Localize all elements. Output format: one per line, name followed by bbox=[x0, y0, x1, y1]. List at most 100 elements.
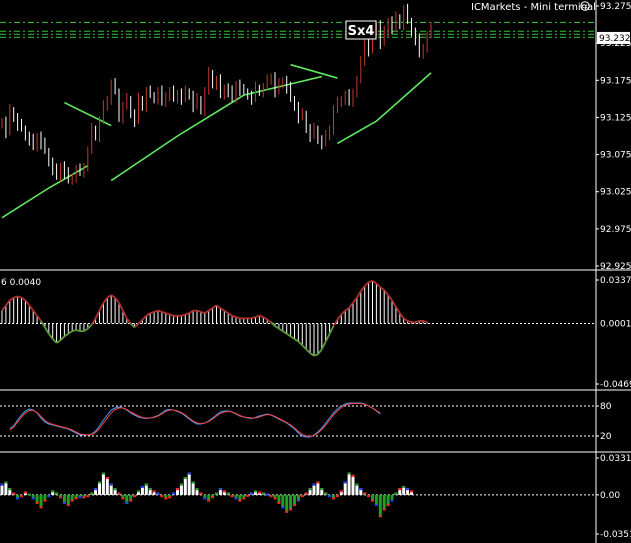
oscillator-signal-segment bbox=[44, 326, 50, 335]
histogram-tip bbox=[246, 494, 250, 497]
oscillator-signal-segment bbox=[118, 302, 124, 311]
histogram-bar bbox=[281, 494, 285, 509]
histogram-bar bbox=[4, 481, 8, 495]
oscillator-signal-segment bbox=[356, 290, 362, 299]
histogram-tip bbox=[101, 472, 105, 475]
histogram-tip bbox=[43, 499, 47, 502]
stochastic-line bbox=[9, 403, 381, 438]
histogram-bar bbox=[351, 474, 355, 495]
histogram-bar bbox=[347, 472, 351, 495]
histogram-bar bbox=[289, 494, 293, 511]
oscillator-signal-segment bbox=[106, 294, 112, 299]
histogram-bar bbox=[316, 481, 320, 495]
histogram-tip bbox=[382, 508, 386, 511]
histogram-tip bbox=[4, 481, 8, 484]
oscillator-signal-segment bbox=[328, 325, 335, 335]
histogram-tip bbox=[351, 474, 355, 477]
oscillator-signal-segment bbox=[360, 285, 366, 292]
oscillator-signal-segment bbox=[399, 312, 405, 319]
histogram-tip bbox=[394, 492, 398, 495]
histogram-tip bbox=[316, 481, 320, 484]
oscillator-signal-segment bbox=[223, 309, 229, 314]
oscillator-signal-segment bbox=[24, 299, 31, 306]
oscillator-signal-segment bbox=[387, 294, 393, 301]
histogram-panel[interactable]: 0.0331 0.00 -0.0351 bbox=[0, 454, 631, 540]
oscillator-axis-tick-label: 0.0337 bbox=[600, 276, 631, 286]
histogram-tip bbox=[406, 488, 410, 491]
oscillator-signal-segment bbox=[235, 316, 241, 320]
oscillator-signal-segment bbox=[122, 310, 128, 319]
histogram-bar bbox=[378, 494, 382, 518]
histogram-tip bbox=[20, 495, 23, 498]
oscillator-signal-segment bbox=[21, 296, 26, 302]
oscillator-panel[interactable]: 0.0337 -0.0469 0.0001 bbox=[0, 276, 631, 390]
terminal-label: ICMarkets - Mini terminal bbox=[471, 2, 596, 13]
oscillator-label: 6 0.0040 bbox=[1, 278, 41, 288]
histogram-bar bbox=[183, 477, 187, 495]
histogram-tip bbox=[222, 490, 226, 493]
histogram-tip bbox=[105, 477, 109, 480]
histogram-tip bbox=[398, 488, 402, 491]
price-panel[interactable]: 93.27593.22593.17593.12593.07593.02592.9… bbox=[0, 2, 631, 272]
oscillator-signal-segment bbox=[200, 311, 206, 315]
oscillator-signal-segment bbox=[13, 295, 18, 299]
histogram-tip bbox=[31, 497, 35, 500]
histogram-tip bbox=[308, 488, 312, 491]
oscillator-signal-segment bbox=[383, 289, 389, 296]
oscillator-signal-segment bbox=[422, 320, 428, 324]
histogram-tip bbox=[51, 490, 55, 493]
histogram-tip bbox=[16, 497, 20, 500]
histogram-tip bbox=[238, 499, 242, 502]
histogram-tip bbox=[285, 510, 289, 513]
price-axis-tick-label: 93.075 bbox=[600, 151, 631, 161]
histogram-bar bbox=[101, 472, 105, 495]
histogram-tip bbox=[343, 481, 347, 484]
oscillator-signal-segment bbox=[196, 309, 202, 313]
histogram-tip bbox=[129, 499, 133, 502]
price-axis-tick-label: 93.275 bbox=[600, 2, 631, 12]
histogram-tip bbox=[86, 495, 90, 498]
histogram-bar bbox=[187, 472, 191, 495]
histogram-tip bbox=[144, 483, 148, 486]
histogram-tip bbox=[109, 483, 113, 486]
oscillator-signal-segment bbox=[259, 314, 264, 318]
price-axis-tick-label: 93.175 bbox=[600, 76, 631, 86]
oscillator-signal-segment bbox=[372, 280, 377, 285]
histogram-tip bbox=[140, 485, 144, 488]
oscillator-signal-segment bbox=[340, 309, 346, 316]
trading-chart[interactable]: 93.27593.22593.17593.12593.07593.02592.9… bbox=[0, 0, 631, 543]
histogram-tip bbox=[367, 495, 371, 498]
oscillator-signal-segment bbox=[28, 304, 34, 312]
oscillator-signal-segment bbox=[161, 311, 167, 315]
oscillator-signal-segment bbox=[59, 335, 66, 341]
histogram-tip bbox=[402, 485, 406, 488]
histogram-tip bbox=[137, 490, 140, 493]
histogram-tip bbox=[27, 493, 31, 496]
histogram-axis-tick-label: 0.0331 bbox=[600, 454, 631, 464]
histogram-tip bbox=[172, 492, 176, 495]
oscillator-signal-segment bbox=[153, 309, 159, 313]
histogram-tip bbox=[281, 506, 285, 509]
histogram-tip bbox=[363, 492, 367, 495]
histogram-tip bbox=[82, 496, 86, 499]
histogram-bar bbox=[285, 494, 289, 513]
oscillator-signal-segment bbox=[262, 316, 268, 321]
histogram-tip bbox=[90, 492, 94, 495]
oscillator-signal-segment bbox=[251, 316, 256, 320]
oscillator-axis-tick-label: -0.0469 bbox=[600, 380, 631, 390]
stochastic-panel[interactable]: 80 20 bbox=[0, 402, 612, 442]
oscillator-signal-segment bbox=[208, 307, 214, 312]
moving-average-line bbox=[1, 165, 89, 219]
histogram-tip bbox=[257, 491, 261, 494]
histogram-tip bbox=[211, 496, 215, 499]
histogram-tip bbox=[12, 492, 16, 495]
price-axis-tick-label: 93.025 bbox=[600, 188, 631, 198]
histogram-bar bbox=[343, 481, 347, 495]
histogram-bar bbox=[98, 481, 101, 495]
oscillator-signal-segment bbox=[98, 302, 105, 311]
oscillator-signal-segment bbox=[216, 304, 221, 309]
oscillator-signal-segment bbox=[278, 327, 284, 332]
histogram-tip bbox=[312, 483, 316, 486]
oscillator-signal-segment bbox=[67, 330, 73, 335]
oscillator-signal-segment bbox=[305, 348, 311, 354]
